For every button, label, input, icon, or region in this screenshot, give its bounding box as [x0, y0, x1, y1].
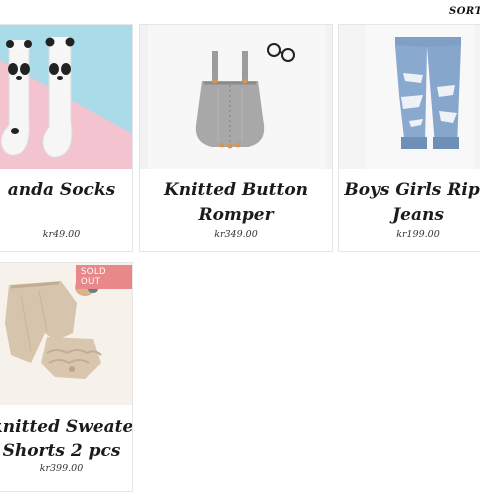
- product-price: kr399.00: [39, 463, 84, 474]
- product-title[interactable]: Knitted Button: [140, 178, 332, 202]
- product-price: kr49.00: [42, 229, 81, 240]
- product-title-line-2[interactable]: Jeans: [339, 203, 480, 227]
- product-image-panda-socks[interactable]: [0, 25, 132, 169]
- product-image-knitted-romper[interactable]: [140, 25, 332, 169]
- product-card-panda-socks[interactable]: anda Socks kr49.00: [0, 24, 133, 252]
- product-card-ripped-jeans[interactable]: Boys Girls Ripp Jeans kr199.00: [338, 24, 480, 252]
- product-price: kr349.00: [214, 229, 258, 240]
- sold-out-badge: SOLD OUT: [76, 265, 132, 289]
- product-card-knitted-button-romper[interactable]: Knitted Button Romper kr349.00: [139, 24, 333, 252]
- product-card-knitted-sweater-shorts[interactable]: SOLD OUT knitted Sweater Shorts 2 pcs kr…: [0, 262, 133, 492]
- sort-dropdown[interactable]: SORTE: [449, 6, 480, 17]
- product-title[interactable]: knitted Sweater: [0, 415, 132, 439]
- product-title[interactable]: Boys Girls Ripp: [339, 178, 480, 202]
- product-title-line-2[interactable]: Shorts 2 pcs: [0, 439, 132, 463]
- product-image-ripped-jeans[interactable]: [339, 25, 480, 169]
- product-title-line-2[interactable]: Romper: [140, 203, 332, 227]
- product-price: kr199.00: [396, 229, 440, 240]
- product-title[interactable]: anda Socks: [0, 178, 132, 202]
